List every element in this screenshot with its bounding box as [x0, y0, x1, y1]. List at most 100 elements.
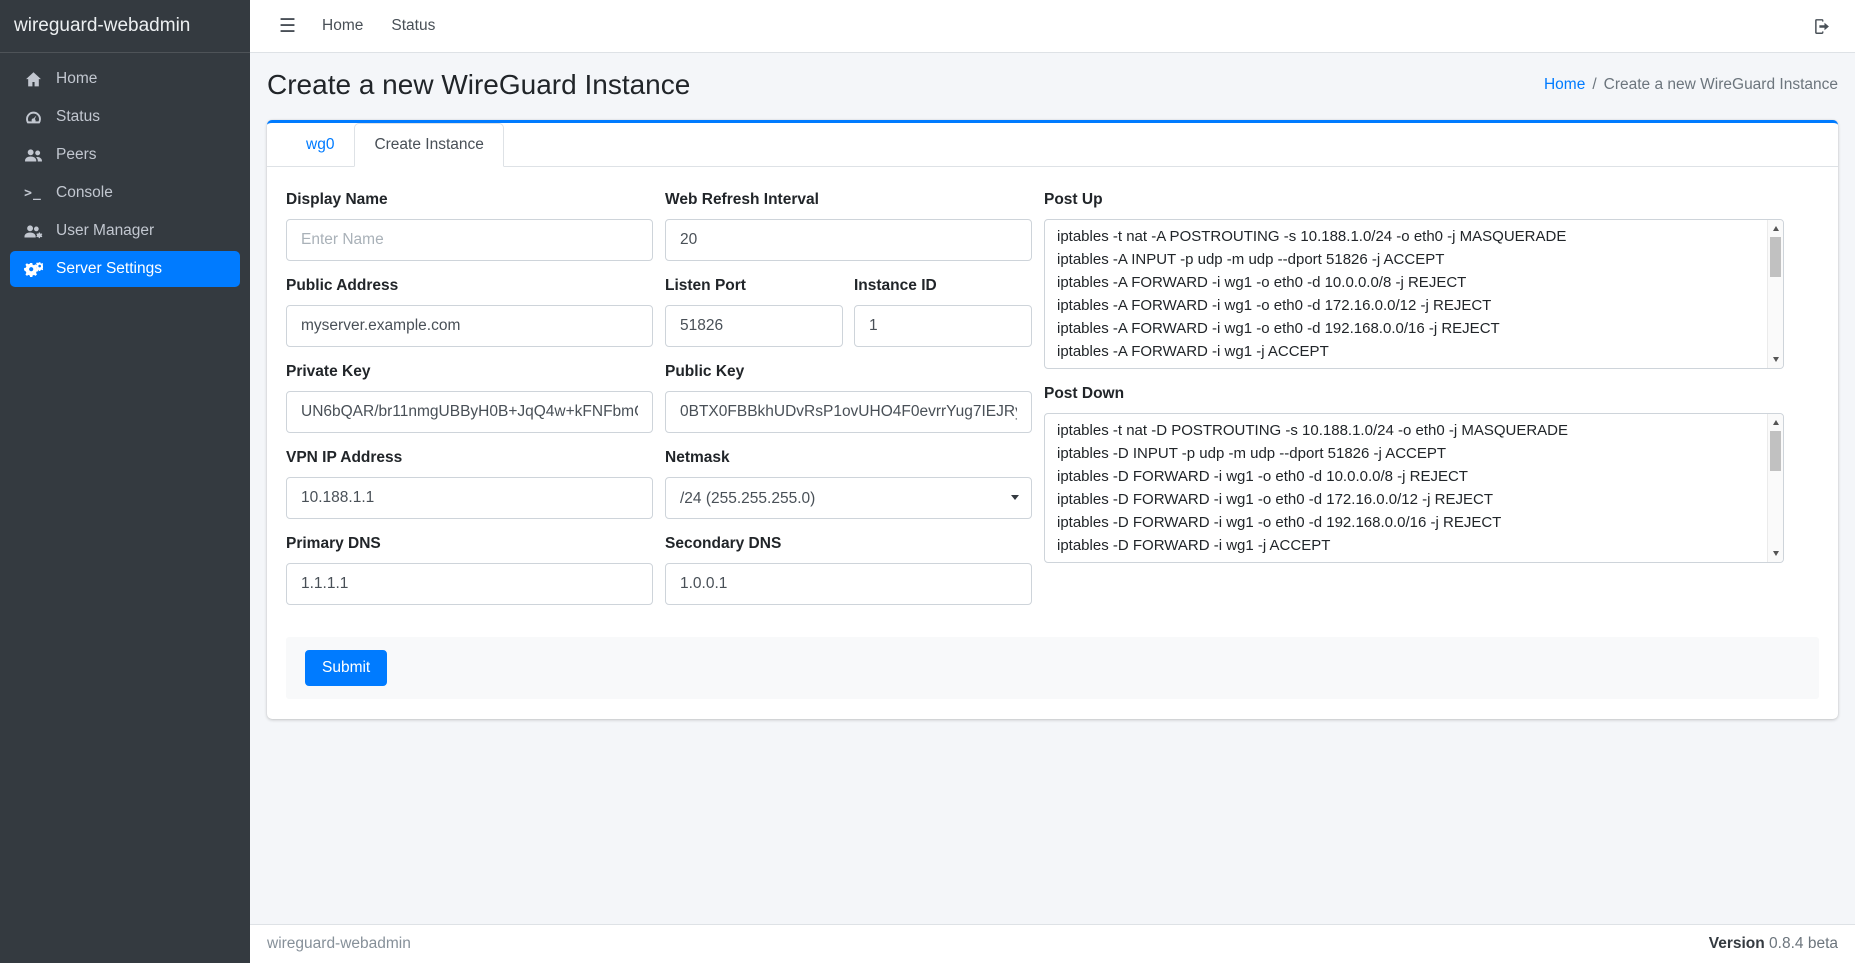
tab-wg0[interactable]: wg0 [286, 123, 354, 167]
public-key-group: Public Key [665, 361, 1032, 433]
main-wrapper: ☰ Home Status Create a new WireGuard Ins… [250, 0, 1855, 963]
card-footer: Submit [286, 637, 1819, 699]
form-column-left: Display Name Public Address Private Key [286, 189, 653, 619]
post-down-content: iptables -t nat -D POSTROUTING -s 10.188… [1045, 414, 1783, 562]
footer-version-label: Version [1709, 935, 1765, 952]
navbar-link-status[interactable]: Status [377, 13, 449, 39]
tachometer-icon [20, 109, 46, 126]
listen-port-input[interactable] [665, 305, 843, 347]
breadcrumb-separator: / [1592, 76, 1596, 94]
sidebar-item-label: Server Settings [56, 260, 162, 278]
footer-brand: wireguard-webadmin [267, 935, 411, 953]
sidebar-item-label: User Manager [56, 222, 154, 240]
card-body: Display Name Public Address Private Key [267, 167, 1838, 719]
sidebar-item-label: Console [56, 184, 113, 202]
instance-form: Display Name Public Address Private Key [286, 189, 1819, 619]
breadcrumb: Home / Create a new WireGuard Instance [1544, 76, 1838, 94]
post-down-group: Post Down iptables -t nat -D POSTROUTING… [1044, 383, 1784, 563]
scrollbar-thumb[interactable] [1770, 431, 1781, 471]
secondary-dns-label: Secondary DNS [665, 533, 1032, 555]
vpn-ip-group: VPN IP Address [286, 447, 653, 519]
instance-id-label: Instance ID [854, 275, 1032, 297]
post-up-textarea[interactable]: iptables -t nat -A POSTROUTING -s 10.188… [1044, 219, 1784, 369]
sidebar-item-console[interactable]: >_ Console [10, 175, 240, 211]
vpn-ip-label: VPN IP Address [286, 447, 653, 469]
public-address-input[interactable] [286, 305, 653, 347]
sidebar-item-server-settings[interactable]: Server Settings [10, 251, 240, 287]
public-address-label: Public Address [286, 275, 653, 297]
private-key-group: Private Key [286, 361, 653, 433]
tab-create-instance[interactable]: Create Instance [354, 123, 503, 167]
public-address-group: Public Address [286, 275, 653, 347]
sidebar-brand-link[interactable]: wireguard-webadmin [0, 0, 250, 53]
port-id-row: Listen Port Instance ID [665, 275, 1032, 361]
web-refresh-label: Web Refresh Interval [665, 189, 1032, 211]
display-name-label: Display Name [286, 189, 653, 211]
card-tabs: wg0 Create Instance [267, 123, 1838, 167]
sidebar: wireguard-webadmin Home Status Peers >_ … [0, 0, 250, 963]
post-up-group: Post Up iptables -t nat -A POSTROUTING -… [1044, 189, 1784, 369]
public-key-input[interactable] [665, 391, 1032, 433]
sidebar-item-status[interactable]: Status [10, 99, 240, 135]
display-name-input[interactable] [286, 219, 653, 261]
sidebar-nav: Home Status Peers >_ Console User Manage… [0, 53, 250, 288]
primary-dns-input[interactable] [286, 563, 653, 605]
instance-id-group: Instance ID [854, 275, 1032, 347]
sidebar-brand-text: wireguard-webadmin [14, 15, 190, 37]
breadcrumb-home-link[interactable]: Home [1544, 76, 1585, 94]
private-key-input[interactable] [286, 391, 653, 433]
footer-version-value: 0.8.4 beta [1769, 935, 1838, 952]
users-cog-icon [20, 224, 46, 239]
instance-id-input[interactable] [854, 305, 1032, 347]
sidebar-item-label: Status [56, 108, 100, 126]
terminal-icon: >_ [20, 186, 46, 201]
submit-button[interactable]: Submit [305, 650, 387, 686]
post-down-label: Post Down [1044, 383, 1784, 405]
sidebar-item-user-manager[interactable]: User Manager [10, 213, 240, 249]
primary-dns-group: Primary DNS [286, 533, 653, 605]
scrollbar-thumb[interactable] [1770, 237, 1781, 277]
listen-port-label: Listen Port [665, 275, 843, 297]
footer-version: Version 0.8.4 beta [1709, 935, 1838, 953]
users-icon [20, 148, 46, 163]
netmask-group: Netmask /24 (255.255.255.0) [665, 447, 1032, 519]
sidebar-toggle-icon[interactable]: ☰ [267, 11, 308, 42]
netmask-select-wrap: /24 (255.255.255.0) [665, 477, 1032, 519]
netmask-select[interactable]: /24 (255.255.255.0) [665, 477, 1032, 519]
sidebar-item-home[interactable]: Home [10, 61, 240, 97]
public-key-label: Public Key [665, 361, 1032, 383]
post-down-scrollbar[interactable] [1767, 414, 1783, 562]
page-title: Create a new WireGuard Instance [267, 69, 690, 101]
scroll-up-arrow-icon[interactable] [1768, 221, 1783, 236]
post-up-scrollbar[interactable] [1767, 220, 1783, 368]
cogs-icon [20, 261, 46, 277]
post-up-content: iptables -t nat -A POSTROUTING -s 10.188… [1045, 220, 1783, 368]
top-navbar: ☰ Home Status [250, 0, 1855, 53]
sidebar-item-label: Home [56, 70, 97, 88]
vpn-ip-input[interactable] [286, 477, 653, 519]
home-icon [20, 71, 46, 88]
instance-card: wg0 Create Instance Display Name Public … [267, 120, 1838, 719]
web-refresh-input[interactable] [665, 219, 1032, 261]
post-down-textarea[interactable]: iptables -t nat -D POSTROUTING -s 10.188… [1044, 413, 1784, 563]
secondary-dns-input[interactable] [665, 563, 1032, 605]
secondary-dns-group: Secondary DNS [665, 533, 1032, 605]
sidebar-item-label: Peers [56, 146, 97, 164]
logout-icon[interactable] [1805, 14, 1838, 39]
scroll-down-arrow-icon[interactable] [1768, 546, 1783, 561]
listen-port-group: Listen Port [665, 275, 843, 347]
navbar-link-home[interactable]: Home [308, 13, 377, 39]
sidebar-item-peers[interactable]: Peers [10, 137, 240, 173]
display-name-group: Display Name [286, 189, 653, 261]
primary-dns-label: Primary DNS [286, 533, 653, 555]
scroll-up-arrow-icon[interactable] [1768, 415, 1783, 430]
post-up-label: Post Up [1044, 189, 1784, 211]
scroll-down-arrow-icon[interactable] [1768, 352, 1783, 367]
private-key-label: Private Key [286, 361, 653, 383]
page-footer: wireguard-webadmin Version 0.8.4 beta [250, 924, 1855, 963]
netmask-label: Netmask [665, 447, 1032, 469]
content-area: Create a new WireGuard Instance Home / C… [250, 53, 1855, 924]
breadcrumb-current: Create a new WireGuard Instance [1604, 76, 1838, 94]
form-column-right: Post Up iptables -t nat -A POSTROUTING -… [1044, 189, 1784, 577]
web-refresh-group: Web Refresh Interval [665, 189, 1032, 261]
